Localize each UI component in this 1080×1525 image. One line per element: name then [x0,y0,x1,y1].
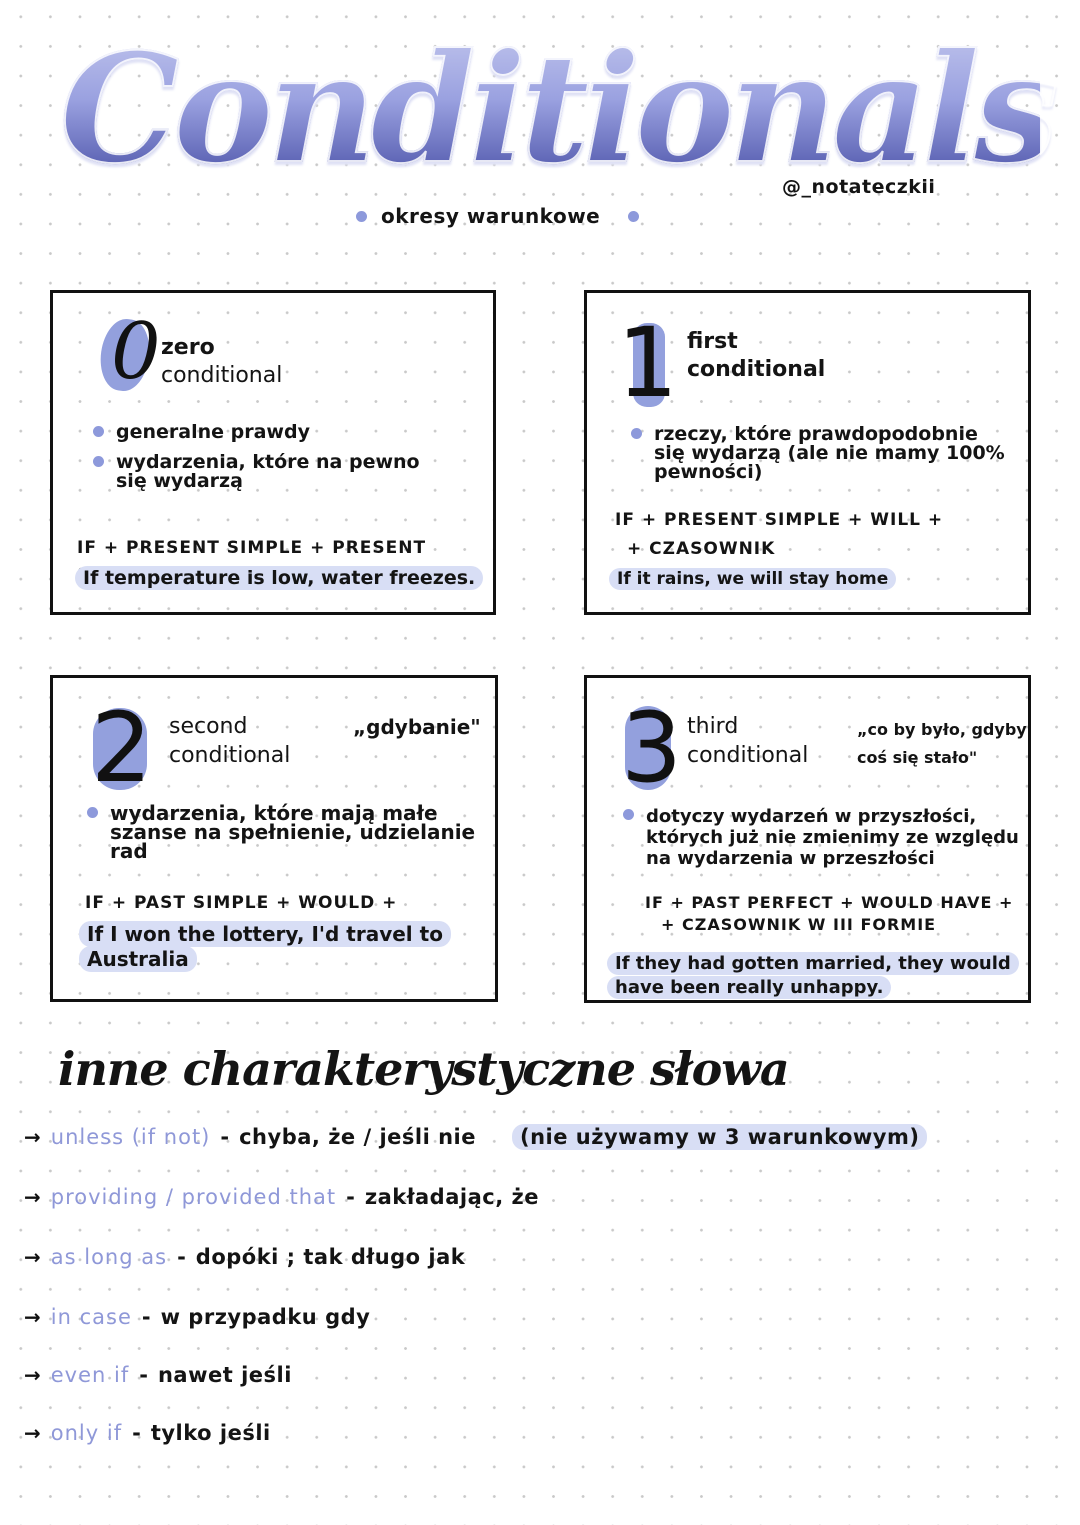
bullet-dot-icon [93,456,104,467]
arrow-right-icon: → [24,1125,41,1149]
bullet-item: rzeczy, które prawdopodobnie się wydarzą… [631,425,1011,482]
bullet-item: generalne prawdy [93,423,453,442]
conditional-name-line1: third [687,714,739,739]
word-item: → as long as - dopóki ; tak długo jak [24,1245,465,1269]
formula-line1: IF + PAST PERFECT + WOULD HAVE + [645,893,1014,912]
conditional-name-line2: conditional [687,357,826,382]
arrow-right-icon: → [24,1363,41,1387]
subtitle: okresy warunkowe [381,204,601,228]
example-sentence: If it rains, we will stay home [609,567,897,591]
arrow-right-icon: → [24,1305,41,1329]
separator: - [346,1185,355,1209]
word-meaning: dopóki ; tak długo jak [195,1245,466,1269]
word-term: in case [50,1305,132,1329]
word-term: as long as [50,1245,168,1269]
word-item: → unless (if not) - chyba, że / jeśli ni… [24,1124,928,1150]
conditional-name-line2: conditional [161,363,283,388]
conditional-name-line2: conditional [169,743,291,768]
conditional-name-line1: second [169,714,248,739]
number-two-icon: 2 [91,692,153,804]
nickname-quote: „co by było, gdyby coś się stało" [857,720,1027,767]
bullet-text: wydarzenia, które na pewno się wydarzą [116,451,420,492]
separator: - [220,1125,230,1149]
example-text: If they had gotten married, they would h… [607,952,1019,999]
subtitle-row: okresy warunkowe [356,204,640,228]
bullet-dot-icon [628,210,640,222]
arrow-right-icon: → [24,1245,41,1269]
bullet-dot-icon [623,809,634,820]
third-conditional-card: 3 third conditional „co by było, gdyby c… [584,675,1031,1003]
bullet-item: dotyczy wydarzeń w przyszłości, których … [623,806,1023,869]
conditional-name-line1: zero [161,335,215,360]
number-one-icon: 1 [617,307,679,419]
conditional-name-line1: first [687,329,738,354]
bullet-text: wydarzenia, które mają małe szanse na sp… [110,801,476,863]
number-zero-icon: 0 [111,307,161,397]
separator: - [177,1245,186,1269]
bullet-dot-icon [87,807,98,818]
word-note: (nie używamy w 3 warunkowym) [512,1124,928,1150]
example-sentence: If I won the lottery, I'd travel to Aust… [79,921,451,972]
word-meaning: chyba, że / jeśli nie [239,1125,476,1149]
author-handle: @_notateczkii [782,176,936,198]
conditional-name-line2: conditional [687,743,809,768]
bullet-item: wydarzenia, które mają małe szanse na sp… [87,801,477,863]
separator: - [132,1421,141,1445]
bullet-dot-icon [93,426,104,437]
example-text: If temperature is low, water freezes. [75,566,484,590]
bullet-dot-icon [356,210,367,222]
word-item: → only if - tylko jeśli [24,1421,271,1445]
arrow-right-icon: → [24,1421,41,1445]
word-term: only if [50,1421,123,1445]
formula-line2: + CZASOWNIK W III FORMIE [661,915,937,934]
word-term: unless (if not) [50,1125,211,1149]
example-sentence: If they had gotten married, they would h… [607,952,1019,1000]
bullet-text: generalne prawdy [116,421,310,443]
word-meaning: zakładając, że [364,1185,539,1209]
formula-line1: IF + PRESENT SIMPLE + WILL + [615,510,944,530]
first-conditional-card: 1 first conditional rzeczy, które prawdo… [584,290,1031,615]
word-term: even if [50,1363,130,1387]
bullet-item: wydarzenia, które na pewno się wydarzą [93,453,433,491]
example-text: If I won the lottery, I'd travel to Aust… [79,921,451,972]
formula-line2: + CZASOWNIK [627,539,776,559]
nickname-quote: „gdybanie" [353,715,481,739]
word-meaning: w przypadku gdy [160,1305,371,1329]
example-sentence: If temperature is low, water freezes. [75,566,484,590]
bullet-text: dotyczy wydarzeń w przyszłości, których … [646,806,1019,869]
number-three-icon: 3 [621,692,683,804]
arrow-right-icon: → [24,1185,41,1209]
zero-conditional-card: 0 zero conditional generalne prawdy wyda… [50,290,496,615]
word-item: → even if - nawet jeśli [24,1363,292,1387]
word-meaning: tylko jeśli [150,1421,271,1445]
word-item: → in case - w przypadku gdy [24,1305,370,1329]
separator: - [141,1305,151,1329]
word-item: → providing / provided that - zakładając… [24,1185,539,1209]
section-title: inne charakterystyczne słowa [58,1042,790,1096]
bullet-dot-icon [631,428,642,439]
word-term: providing / provided that [50,1185,337,1209]
second-conditional-card: 2 second conditional „gdybanie" wydarzen… [50,675,498,1002]
word-meaning: nawet jeśli [157,1363,292,1387]
bullet-text: rzeczy, które prawdopodobnie się wydarzą… [654,423,1005,483]
example-text: If it rains, we will stay home [609,568,897,590]
separator: - [139,1363,148,1387]
